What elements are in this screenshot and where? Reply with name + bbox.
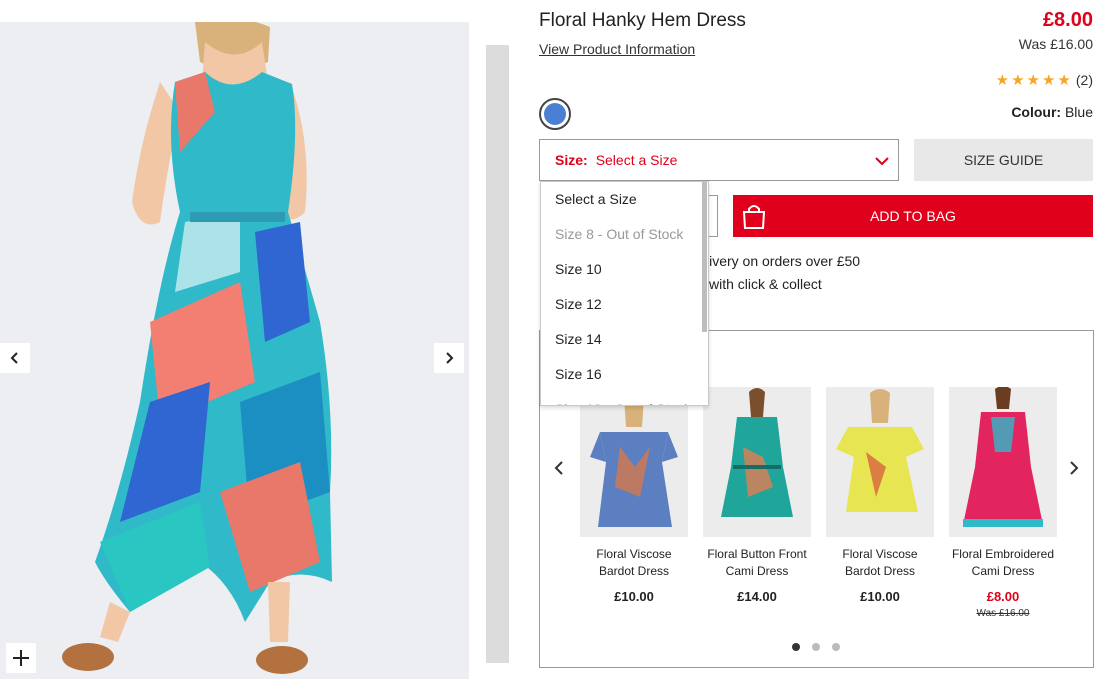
add-to-bag-button[interactable]: ADD TO BAG [733, 195, 1093, 237]
size-option[interactable]: Size 12 [541, 287, 708, 322]
star-icon: ★ [1041, 71, 1056, 89]
size-option[interactable]: Size 10 [541, 252, 708, 287]
zoom-button[interactable] [6, 643, 36, 673]
view-product-information-link[interactable]: View Product Information [539, 41, 695, 57]
collect-info: with click & collect [709, 276, 822, 292]
size-option[interactable]: Select a Size [541, 182, 708, 217]
product-card-name[interactable]: Floral Viscose Bardot Dress [826, 546, 934, 580]
product-card-name[interactable]: Floral Button Front Cami Dress [703, 546, 811, 580]
rating[interactable]: ★ ★ ★ ★ ★ (2) [996, 72, 1093, 88]
size-option[interactable]: Size 18 - Out of Stock [541, 392, 708, 405]
carousel-dot[interactable] [792, 643, 800, 651]
product-card[interactable]: Floral Viscose Bardot Dress £10.00 [580, 387, 688, 604]
product-card-image[interactable] [949, 387, 1057, 537]
product-card-price: £8.00 [986, 589, 1020, 604]
size-option[interactable]: Size 8 - Out of Stock [541, 217, 708, 252]
size-select-value: Select a Size [595, 152, 678, 168]
colour-label-key: Colour: [1011, 104, 1062, 120]
star-icon: ★ [1057, 71, 1071, 89]
next-image-peek[interactable] [486, 45, 509, 663]
rating-count[interactable]: (2) [1076, 72, 1093, 88]
chevron-left-icon [10, 352, 18, 364]
product-card[interactable]: Floral Embroidered Cami Dress £8.00 Was … [949, 387, 1057, 619]
product-photo [0, 22, 469, 679]
size-select-label: Size: [555, 152, 588, 168]
carousel-dot[interactable] [812, 643, 820, 651]
product-card-was-price: Was £16.00 [976, 608, 1030, 619]
product-card-price: £10.00 [860, 589, 900, 604]
recs-prev-icon[interactable] [550, 459, 568, 477]
current-price: £8.00 [1042, 9, 1093, 31]
product-card-price: £10.00 [614, 589, 654, 604]
product-card-name[interactable]: Floral Viscose Bardot Dress [580, 546, 688, 580]
star-icon: ★ [995, 71, 1010, 89]
star-icon: ★ [1026, 71, 1040, 89]
product-card[interactable]: Floral Viscose Bardot Dress £10.00 [826, 387, 934, 604]
carousel-dots [792, 643, 840, 651]
gallery-next-button[interactable] [434, 343, 464, 373]
plus-icon [13, 650, 29, 666]
product-card[interactable]: Floral Button Front Cami Dress £14.00 [703, 387, 811, 604]
carousel-dot[interactable] [832, 643, 840, 651]
size-dropdown-list[interactable]: Select a Size Size 8 - Out of Stock Size… [540, 181, 709, 406]
size-option[interactable]: Size 16 [541, 357, 708, 392]
product-image-gallery[interactable] [0, 22, 469, 679]
add-to-bag-label: ADD TO BAG [870, 208, 956, 224]
product-card-image[interactable] [580, 387, 688, 537]
size-select[interactable]: Size: Select a Size [539, 139, 899, 181]
colour-value: Blue [1064, 104, 1093, 120]
product-card-price: £14.00 [737, 589, 777, 604]
gallery-prev-button[interactable] [0, 343, 30, 373]
was-price: Was £16.00 [1018, 36, 1093, 52]
chevron-right-icon [446, 352, 454, 364]
size-option[interactable]: Size 14 [541, 322, 708, 357]
recs-next-icon[interactable] [1065, 459, 1083, 477]
colour-label: Colour: Blue [1011, 104, 1093, 120]
chevron-down-icon [875, 157, 889, 166]
dropdown-scrollbar[interactable] [702, 182, 707, 332]
product-card-name[interactable]: Floral Embroidered Cami Dress [949, 546, 1057, 580]
delivery-info: livery on orders over £50 [706, 253, 861, 269]
product-title: Floral Hanky Hem Dress [539, 10, 746, 31]
product-card-image[interactable] [826, 387, 934, 537]
colour-swatch-blue[interactable] [539, 98, 571, 130]
star-icon: ★ [1011, 71, 1025, 89]
product-card-image[interactable] [703, 387, 811, 537]
bag-icon [733, 195, 775, 237]
size-guide-button[interactable]: SIZE GUIDE [914, 139, 1093, 181]
